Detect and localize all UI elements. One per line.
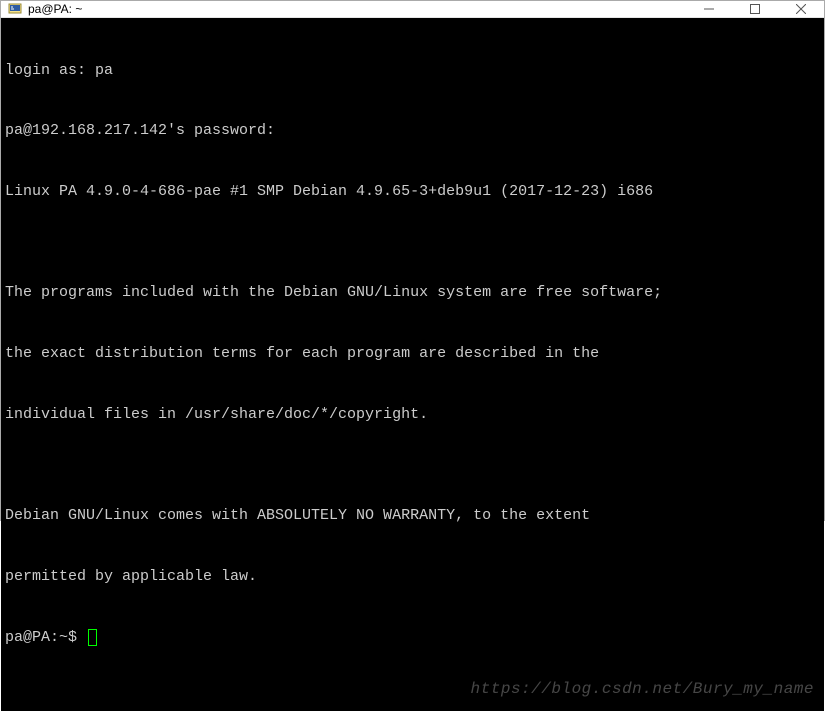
window-controls: [686, 1, 824, 17]
putty-window: pa@PA: ~ login as: pa pa@192.168.217.142…: [0, 0, 825, 521]
terminal-line: The programs included with the Debian GN…: [5, 283, 820, 303]
terminal-line: Linux PA 4.9.0-4-686-pae #1 SMP Debian 4…: [5, 182, 820, 202]
terminal-line: permitted by applicable law.: [5, 567, 820, 587]
terminal-line: the exact distribution terms for each pr…: [5, 344, 820, 364]
shell-prompt: pa@PA:~$: [5, 628, 86, 648]
prompt-line: pa@PA:~$: [5, 628, 820, 648]
close-button[interactable]: [778, 1, 824, 17]
window-title: pa@PA: ~: [28, 2, 686, 16]
terminal-line: individual files in /usr/share/doc/*/cop…: [5, 405, 820, 425]
minimize-button[interactable]: [686, 1, 732, 17]
terminal-area[interactable]: login as: pa pa@192.168.217.142's passwo…: [1, 18, 824, 711]
titlebar[interactable]: pa@PA: ~: [1, 1, 824, 18]
app-icon: [7, 1, 23, 17]
terminal-line: login as: pa: [5, 61, 820, 81]
terminal-line: pa@192.168.217.142's password:: [5, 121, 820, 141]
maximize-button[interactable]: [732, 1, 778, 17]
terminal-line: Debian GNU/Linux comes with ABSOLUTELY N…: [5, 506, 820, 526]
cursor-icon: [88, 629, 97, 646]
watermark-text: https://blog.csdn.net/Bury_my_name: [471, 679, 814, 701]
